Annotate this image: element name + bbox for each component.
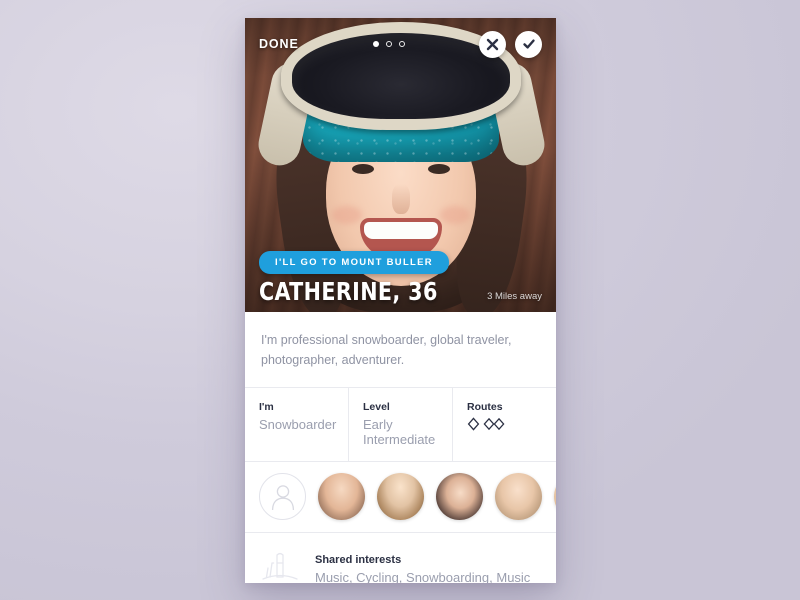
mutual-friends-row[interactable]: [245, 462, 556, 533]
single-diamond-icon: [467, 416, 480, 431]
avatar-placeholder[interactable]: [259, 473, 306, 520]
photo-teeth: [363, 222, 438, 239]
photo-nose: [391, 184, 410, 214]
profile-card: DONE I'LL GO TO MOUNT BULLER CATHERINE, …: [245, 18, 556, 583]
shared-interests-icon-wrap: [259, 549, 301, 584]
avatar-1[interactable]: [318, 473, 365, 520]
hero-name-row: CATHERINE, 36 3 Miles away: [245, 277, 556, 312]
done-button[interactable]: DONE: [259, 37, 299, 51]
pager-dot-2[interactable]: [385, 41, 392, 47]
photo-cheek-right: [439, 206, 470, 224]
photo-cheek-left: [331, 206, 362, 224]
hero-photo[interactable]: DONE I'LL GO TO MOUNT BULLER CATHERINE, …: [245, 18, 556, 312]
info-columns: I'm Snowboarder Level Early Intermediate…: [245, 387, 556, 462]
shared-interests-value: Music, Cycling, Snowboarding, Music: [315, 570, 531, 583]
reject-button[interactable]: [479, 30, 506, 58]
distance-label: 3 Miles away: [487, 291, 542, 302]
photo-eye-left: [351, 164, 374, 174]
shared-interests-title: Shared interests: [315, 554, 402, 566]
info-key-im: I'm: [259, 400, 274, 413]
photo-eye-right: [427, 164, 450, 174]
status-badge[interactable]: I'LL GO TO MOUNT BULLER: [259, 251, 449, 274]
photo-pager[interactable]: [299, 41, 479, 47]
info-value-level: Early Intermediate: [363, 416, 436, 447]
avatar-4[interactable]: [495, 473, 542, 520]
pager-dot-1[interactable]: [372, 41, 379, 47]
hero-actions: [479, 30, 542, 58]
skis-in-snow-icon: [262, 552, 298, 580]
avatar-5[interactable]: [554, 473, 556, 520]
info-column-level: Level Early Intermediate: [349, 387, 453, 461]
info-key-level: Level: [363, 400, 390, 413]
avatar-2[interactable]: [377, 473, 424, 520]
info-column-routes: Routes: [453, 388, 556, 461]
profile-name: CATHERINE, 36: [259, 277, 438, 306]
info-value-im: Snowboarder: [259, 416, 337, 432]
double-diamond-icon: [483, 417, 505, 430]
close-icon: [486, 38, 499, 50]
hero-top-bar: DONE: [245, 18, 556, 70]
info-key-routes: Routes: [467, 400, 503, 413]
check-icon: [522, 39, 535, 49]
accept-button[interactable]: [515, 30, 542, 58]
bio-text: I'm professional snowboarder, global tra…: [245, 312, 556, 388]
pager-dot-3[interactable]: [398, 41, 405, 47]
person-placeholder-icon: [271, 484, 294, 510]
route-difficulty-icons: [467, 416, 556, 431]
info-column-im: I'm Snowboarder: [245, 387, 349, 461]
shared-interests-row[interactable]: Shared interests Music, Cycling, Snowboa…: [245, 533, 556, 584]
avatar-3[interactable]: [436, 473, 483, 520]
shared-interests-text: Shared interests Music, Cycling, Snowboa…: [315, 554, 530, 583]
